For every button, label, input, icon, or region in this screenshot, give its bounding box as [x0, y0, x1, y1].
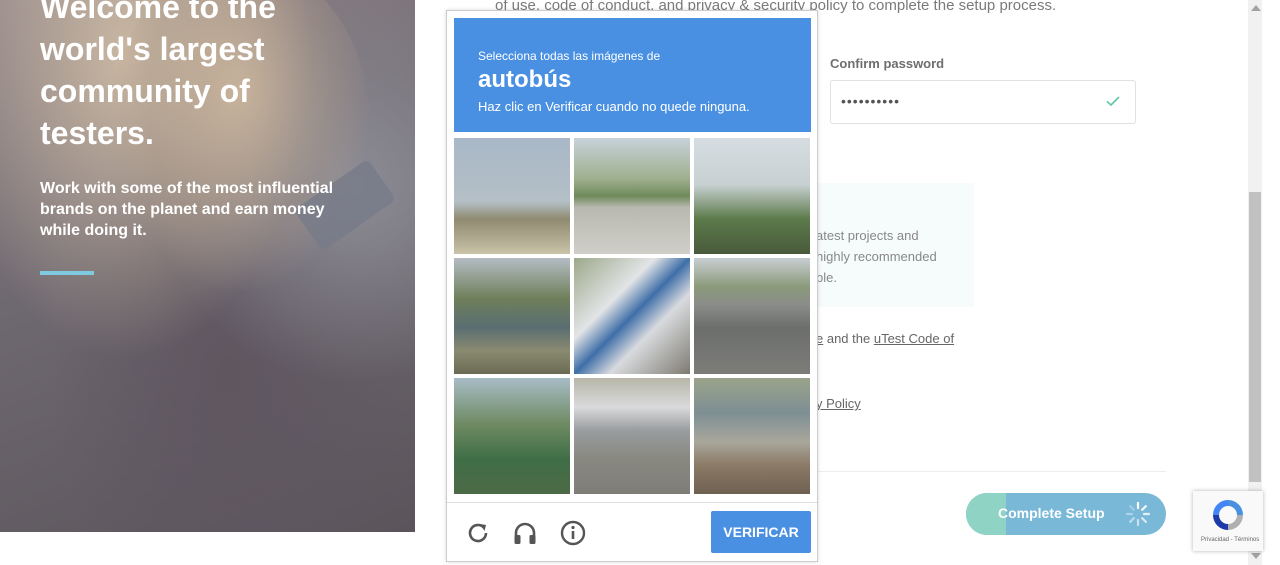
captcha-tile-1[interactable]	[454, 138, 570, 254]
captcha-tile-8[interactable]	[574, 378, 690, 494]
info-text: atest projects and highly recommended bl…	[816, 228, 937, 285]
info-icon[interactable]	[559, 519, 587, 547]
confirm-password-value: ••••••••••	[841, 93, 901, 109]
captcha-tile-7[interactable]	[454, 378, 570, 494]
recaptcha-privacy-terms[interactable]: Privacidad - Términos	[1201, 537, 1261, 543]
captcha-header: Selecciona todas las imágenes de autobús…	[454, 18, 811, 132]
complete-setup-button[interactable]: Complete Setup	[966, 493, 1166, 535]
captcha-target-word: autobús	[478, 66, 572, 93]
captcha-image-grid	[454, 138, 812, 496]
reload-icon[interactable]	[464, 519, 492, 547]
captcha-tile-2[interactable]	[574, 138, 690, 254]
hero-accent-line	[40, 271, 94, 275]
captcha-tile-6[interactable]	[694, 258, 810, 374]
confirm-password-field[interactable]: ••••••••••	[830, 80, 1136, 124]
captcha-tile-3[interactable]	[694, 138, 810, 254]
scroll-up-arrow-icon[interactable]	[1251, 5, 1261, 11]
complete-setup-label: Complete Setup	[998, 505, 1105, 521]
hero-subtitle: Work with some of the most influential b…	[40, 180, 334, 239]
captcha-instruction: Selecciona todas las imágenes de	[478, 49, 661, 63]
scrollbar-thumb[interactable]	[1249, 192, 1261, 482]
captcha-hint: Haz clic en Verificar cuando no quede ni…	[478, 99, 750, 114]
confirm-password-label: Confirm password	[830, 56, 945, 71]
hero-title: Welcome to the world's largest community…	[40, 0, 276, 151]
code-of-conduct-link[interactable]: uTest Code of	[874, 331, 954, 346]
captcha-challenge: Selecciona todas las imágenes de autobús…	[446, 10, 818, 562]
captcha-tile-4[interactable]	[454, 258, 570, 374]
captcha-tile-9[interactable]	[694, 378, 810, 494]
hero-panel: Welcome to the world's largest community…	[0, 0, 415, 532]
recaptcha-logo-icon	[1213, 500, 1243, 530]
loading-spinner-icon	[1125, 501, 1151, 527]
captcha-footer-divider	[447, 502, 817, 503]
privacy-policy-text: y Policy	[816, 396, 861, 411]
checkmark-icon	[1106, 96, 1120, 107]
privacy-policy-link[interactable]: y Policy	[816, 396, 861, 411]
recaptcha-badge[interactable]: Privacidad - Términos	[1193, 491, 1263, 551]
scroll-down-arrow-icon[interactable]	[1251, 553, 1261, 559]
verify-button[interactable]: VERIFICAR	[711, 511, 811, 553]
form-divider	[814, 471, 1166, 472]
terms-and-text: and the	[823, 331, 874, 346]
terms-agreement-text: e and the uTest Code of	[816, 331, 954, 346]
captcha-tile-5[interactable]	[574, 258, 690, 374]
audio-icon[interactable]	[511, 519, 539, 547]
